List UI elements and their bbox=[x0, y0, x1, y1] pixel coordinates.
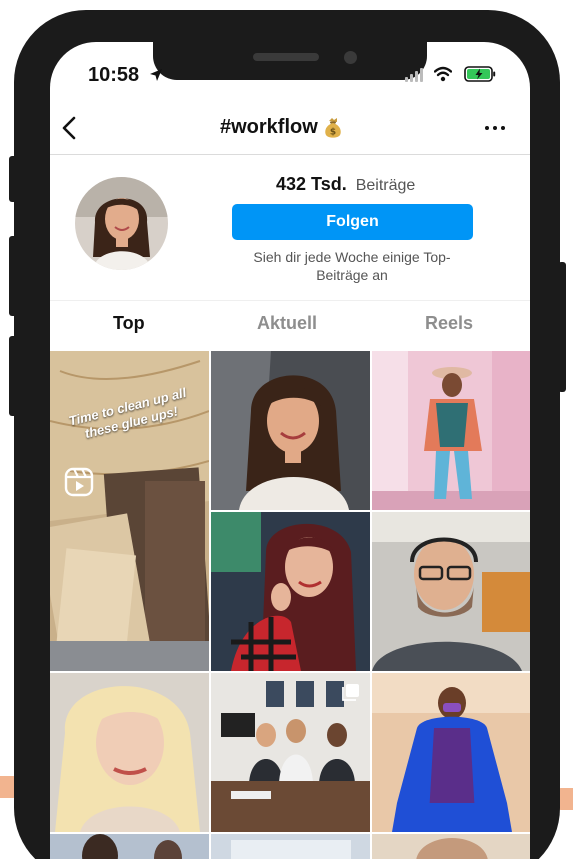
wifi-icon bbox=[434, 66, 452, 82]
tab-top[interactable]: Top bbox=[113, 313, 145, 334]
more-options-icon[interactable] bbox=[482, 116, 508, 140]
back-arrow-icon[interactable] bbox=[58, 114, 80, 142]
post-headset-man[interactable] bbox=[372, 512, 530, 671]
posts-label: Beiträge bbox=[355, 177, 416, 194]
hashtag-header: #workflow $ bbox=[50, 104, 530, 154]
post-tabs: Top Aktuell Reels bbox=[50, 301, 530, 351]
post-reel-woodwork[interactable]: Time to clean up all these glue ups! bbox=[50, 351, 209, 671]
post-selfie-car[interactable] bbox=[211, 351, 370, 510]
posts-count: 432 Tsd. bbox=[276, 174, 347, 194]
notch bbox=[153, 42, 427, 80]
post-plaid-selfie[interactable] bbox=[211, 512, 370, 671]
page-title: #workflow $ bbox=[220, 116, 343, 139]
posts-stat: 432 Tsd. Beiträge bbox=[276, 174, 415, 195]
tab-reels[interactable]: Reels bbox=[425, 313, 473, 334]
signal-icon bbox=[405, 68, 423, 82]
post-row4-middle[interactable] bbox=[211, 834, 370, 859]
hashtag-avatar bbox=[75, 177, 168, 270]
moneybag-icon: $ bbox=[325, 117, 341, 138]
battery-charging-icon bbox=[464, 66, 496, 82]
top-posts-hint: Sieh dir jede Woche einige Top-Beiträge … bbox=[253, 249, 451, 283]
post-blonde-portrait[interactable] bbox=[50, 673, 209, 832]
follow-button[interactable]: Folgen bbox=[232, 204, 473, 240]
svg-text:$: $ bbox=[330, 127, 336, 137]
hashtag-label: #workflow bbox=[220, 116, 318, 138]
post-row4-left[interactable] bbox=[50, 834, 209, 859]
post-office-team[interactable] bbox=[211, 673, 370, 832]
header-divider bbox=[50, 154, 530, 155]
speaker-grille bbox=[253, 53, 319, 61]
post-blue-jacket[interactable] bbox=[372, 673, 530, 832]
reels-icon bbox=[64, 467, 94, 497]
multiple-photos-icon bbox=[342, 684, 359, 701]
post-fashion[interactable] bbox=[372, 351, 530, 510]
phone-screen: 10:58 #workflow $ 432 Tsd. Beiträge Folg… bbox=[50, 42, 530, 859]
status-time: 10:58 bbox=[88, 64, 140, 86]
post-row4-right[interactable] bbox=[372, 834, 530, 859]
location-arrow-icon bbox=[150, 69, 162, 81]
front-camera bbox=[344, 51, 357, 64]
tab-recent[interactable]: Aktuell bbox=[257, 313, 317, 334]
